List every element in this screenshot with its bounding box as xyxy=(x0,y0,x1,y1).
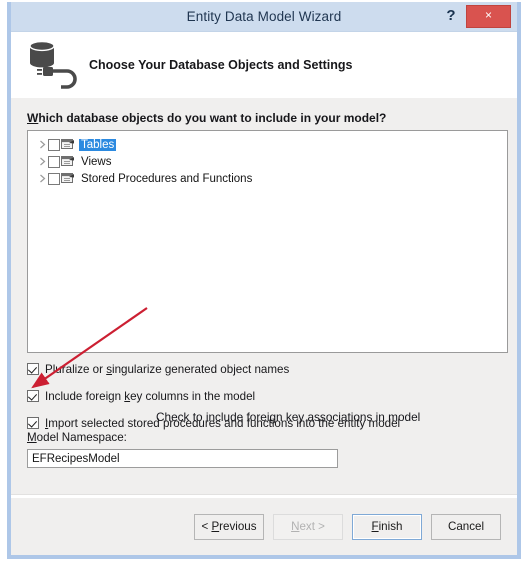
btn-accel: F xyxy=(371,520,379,533)
model-namespace-label: Model Namespace: xyxy=(27,431,127,444)
page-title: Choose Your Database Objects and Setting… xyxy=(89,58,353,72)
database-objects-treeview[interactable]: Tables Views Stored Procedures and Funct… xyxy=(27,130,508,353)
chevron-right-icon[interactable] xyxy=(36,140,48,149)
option-label: Pluralize or singularize generated objec… xyxy=(45,363,289,376)
chevron-right-icon[interactable] xyxy=(36,174,48,183)
btn-post: revious xyxy=(219,520,257,533)
option-label: Import selected stored procedures and fu… xyxy=(45,417,400,430)
tree-checkbox-stored-procedures[interactable] xyxy=(48,172,60,185)
question-label: Which database objects do you want to in… xyxy=(27,111,386,125)
tree-item-label: Tables xyxy=(79,138,117,151)
wizard-body: Which database objects do you want to in… xyxy=(11,98,517,494)
btn-pre: Cancel xyxy=(447,520,485,533)
namespace-accel: M xyxy=(27,431,37,444)
btn-post: inish xyxy=(378,520,403,533)
option-post: ey columns in the model xyxy=(130,389,256,403)
database-object-icon xyxy=(61,172,76,185)
cancel-button[interactable]: Cancel xyxy=(431,513,501,540)
entity-data-model-wizard-dialog: Entity Data Model Wizard ? × Choose Your… xyxy=(7,2,521,559)
previous-button[interactable]: < Previous xyxy=(194,513,264,540)
finish-button[interactable]: Finish xyxy=(352,513,422,540)
tree-item-tables[interactable]: Tables xyxy=(28,136,507,153)
next-button: Next > xyxy=(273,513,343,540)
wizard-header: Choose Your Database Objects and Setting… xyxy=(11,32,517,98)
help-icon[interactable]: ? xyxy=(442,8,460,25)
chevron-right-icon[interactable] xyxy=(36,157,48,166)
option-pluralize[interactable]: Pluralize or singularize generated objec… xyxy=(27,358,497,380)
titlebar-buttons: ? × xyxy=(442,2,514,31)
titlebar: Entity Data Model Wizard ? × xyxy=(11,2,517,32)
close-icon[interactable]: × xyxy=(466,5,511,28)
checkbox-include-foreign-key-columns[interactable] xyxy=(27,390,39,402)
btn-pre: < xyxy=(201,520,212,533)
model-namespace-input[interactable] xyxy=(27,449,338,468)
namespace-label-rest: odel Namespace: xyxy=(36,431,127,444)
option-post: mport selected stored procedures and fun… xyxy=(48,416,401,430)
btn-accel: P xyxy=(211,520,220,533)
option-label: Include foreign key columns in the model xyxy=(45,390,255,403)
tree-checkbox-views[interactable] xyxy=(48,155,60,168)
window-title: Entity Data Model Wizard xyxy=(186,9,342,24)
wizard-footer: < Previous Next > Finish Cancel xyxy=(11,498,517,555)
database-connection-icon xyxy=(23,37,85,93)
tree-item-stored-procedures-and-functions[interactable]: Stored Procedures and Functions xyxy=(28,170,507,187)
option-include-foreign-key-columns[interactable]: Include foreign key columns in the model xyxy=(27,385,497,407)
option-post: ingularize generated object names xyxy=(112,362,290,376)
option-pre: Pluralize or xyxy=(45,362,107,376)
checkbox-pluralize[interactable] xyxy=(27,363,39,375)
tree-item-label: Views xyxy=(81,155,112,168)
tree-item-label: Stored Procedures and Functions xyxy=(81,172,253,185)
database-object-icon xyxy=(61,138,76,151)
database-object-icon xyxy=(61,155,76,168)
options-group: Pluralize or singularize generated objec… xyxy=(27,358,497,439)
btn-post: ext > xyxy=(299,520,325,533)
option-pre: Include foreign xyxy=(45,389,125,403)
question-accel: W xyxy=(27,111,39,125)
checkbox-import-stored-procedures[interactable] xyxy=(27,417,39,429)
tree-item-views[interactable]: Views xyxy=(28,153,507,170)
tree-checkbox-tables[interactable] xyxy=(48,138,60,151)
question-rest: hich database objects do you want to inc… xyxy=(38,111,387,125)
